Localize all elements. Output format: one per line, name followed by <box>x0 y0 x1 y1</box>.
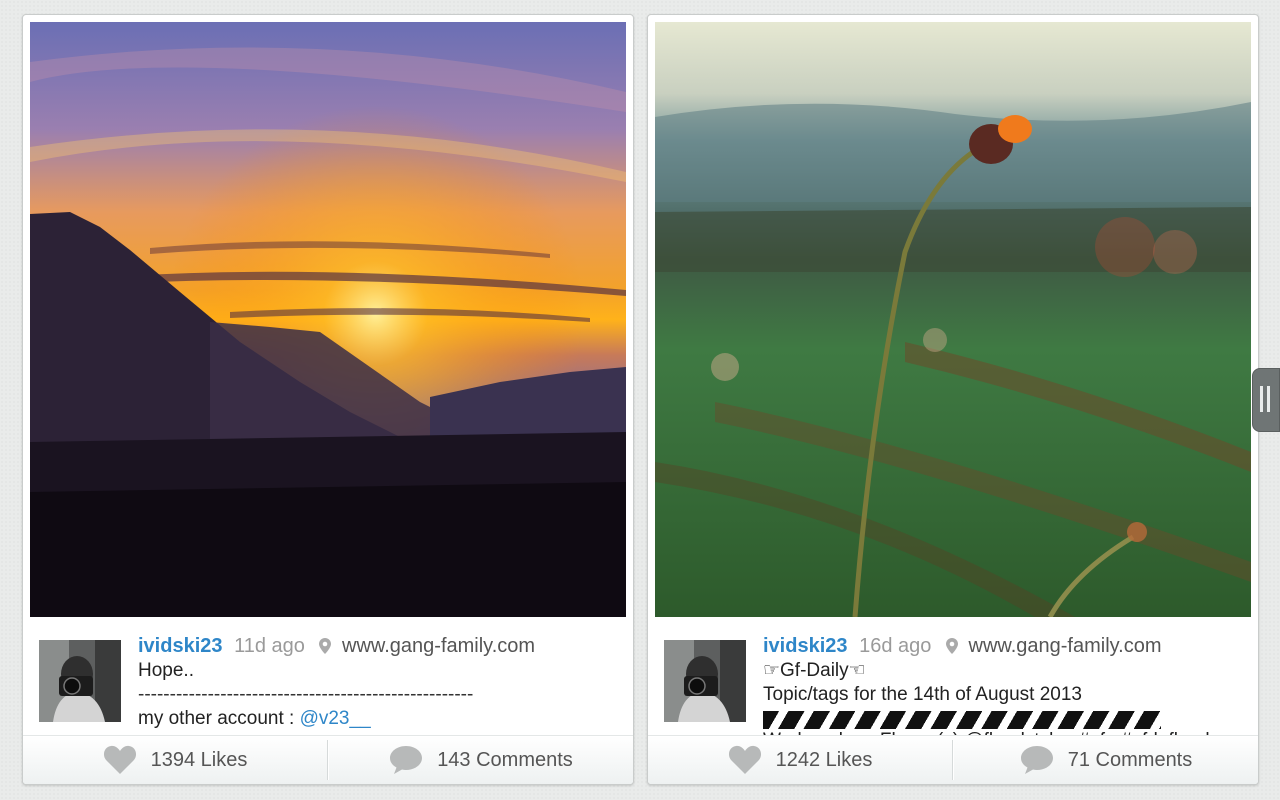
drawer-handle-bar <box>1267 386 1270 412</box>
post-card[interactable]: ividski23 11d ago www.gang-family.com Ho… <box>22 14 634 785</box>
username-link[interactable]: ividski23 <box>763 635 848 657</box>
caption-line: Hope.. <box>138 660 194 681</box>
post-photo[interactable] <box>655 22 1251 617</box>
avatar-photo <box>39 640 121 722</box>
username-link[interactable]: ividski23 <box>138 635 223 657</box>
comments-count: 143 Comments <box>437 748 573 771</box>
post-actions: 1242 Likes 71 Comments <box>648 735 1258 784</box>
caption-line: my other account : @v23__ <box>138 707 608 731</box>
user-avatar[interactable] <box>664 640 746 722</box>
speech-bubble-icon <box>1020 745 1054 775</box>
likes-count: 1242 Likes <box>775 748 873 771</box>
heart-icon <box>728 745 762 775</box>
sunset-photo <box>30 22 626 617</box>
drawer-handle-icon[interactable] <box>1252 368 1280 432</box>
user-avatar[interactable] <box>39 640 121 722</box>
caption-line: Topic/tags for the 14th of August 2013 <box>763 684 1083 705</box>
flower-photo <box>655 22 1251 617</box>
speech-bubble-icon <box>389 745 423 775</box>
caption-line: ☞Gf-Daily☜ <box>763 660 866 681</box>
post-photo[interactable] <box>30 22 626 617</box>
heart-icon <box>103 745 137 775</box>
mention-link[interactable]: @v23__ <box>300 708 371 729</box>
post-time: 11d ago <box>234 635 305 657</box>
caption-stripes <box>763 711 1161 729</box>
post-time: 16d ago <box>859 635 932 657</box>
post-actions: 1394 Likes 143 Comments <box>23 735 633 784</box>
likes-count: 1394 Likes <box>150 748 248 771</box>
like-button[interactable]: 1242 Likes <box>648 736 952 784</box>
location-link[interactable]: www.gang-family.com <box>969 635 1162 657</box>
drawer-handle-bar <box>1260 386 1263 412</box>
map-pin-icon <box>319 635 332 654</box>
avatar-photo <box>664 640 746 722</box>
comments-count: 71 Comments <box>1067 748 1193 771</box>
location-link[interactable]: www.gang-family.com <box>342 635 535 657</box>
map-pin-icon <box>945 635 958 654</box>
comments-button[interactable]: 143 Comments <box>329 736 633 784</box>
post-card[interactable]: ividski23 16d ago www.gang-family.com ☞G… <box>647 14 1259 785</box>
like-button[interactable]: 1394 Likes <box>23 736 327 784</box>
comments-button[interactable]: 71 Comments <box>954 736 1258 784</box>
caption-divider: ----------------------------------------… <box>138 684 474 705</box>
caption-text: my other account : <box>138 708 300 729</box>
